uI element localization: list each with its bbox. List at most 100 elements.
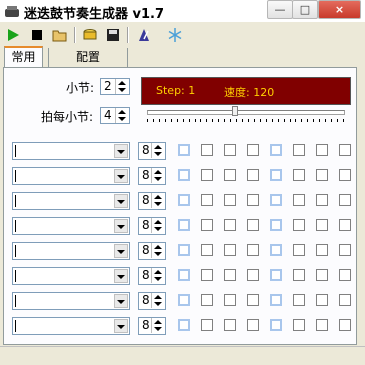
tab-config[interactable]: 配置 bbox=[48, 48, 128, 68]
step-checkbox[interactable] bbox=[293, 319, 305, 331]
spinner-up-icon[interactable] bbox=[154, 195, 162, 199]
step-count-spinner[interactable]: 8 bbox=[138, 142, 166, 160]
chevron-down-icon[interactable] bbox=[114, 269, 128, 283]
step-checkbox[interactable] bbox=[316, 319, 328, 331]
instrument-select[interactable] bbox=[12, 167, 130, 185]
step-checkbox[interactable] bbox=[293, 269, 305, 281]
maximize-button[interactable]: □ bbox=[292, 0, 318, 19]
step-count-spinner[interactable]: 8 bbox=[138, 192, 166, 210]
step-checkbox[interactable] bbox=[339, 194, 351, 206]
step-checkbox[interactable] bbox=[178, 319, 190, 331]
spinner-up-icon[interactable] bbox=[154, 245, 162, 249]
step-checkbox[interactable] bbox=[270, 169, 282, 181]
step-checkbox[interactable] bbox=[247, 244, 259, 256]
step-checkbox[interactable] bbox=[224, 294, 236, 306]
spinner-arrows[interactable] bbox=[151, 168, 165, 183]
spinner-down-icon[interactable] bbox=[154, 302, 162, 306]
spinner-up-icon[interactable] bbox=[118, 81, 126, 85]
step-checkbox[interactable] bbox=[178, 244, 190, 256]
spinner-down-icon[interactable] bbox=[118, 88, 126, 92]
spinner-up-icon[interactable] bbox=[154, 145, 162, 149]
step-checkbox[interactable] bbox=[339, 244, 351, 256]
instrument-select[interactable] bbox=[12, 292, 130, 310]
step-count-spinner[interactable]: 8 bbox=[138, 317, 166, 335]
spinner-down-icon[interactable] bbox=[154, 177, 162, 181]
spinner-down-icon[interactable] bbox=[154, 277, 162, 281]
step-checkbox[interactable] bbox=[201, 144, 213, 156]
chevron-down-icon[interactable] bbox=[114, 144, 128, 158]
spinner-arrows[interactable] bbox=[115, 79, 129, 94]
step-checkbox[interactable] bbox=[339, 294, 351, 306]
step-checkbox[interactable] bbox=[178, 194, 190, 206]
instrument-select[interactable] bbox=[12, 142, 130, 160]
step-checkbox[interactable] bbox=[201, 319, 213, 331]
step-checkbox[interactable] bbox=[316, 144, 328, 156]
step-checkbox[interactable] bbox=[339, 219, 351, 231]
chevron-down-icon[interactable] bbox=[114, 319, 128, 333]
spinner-arrows[interactable] bbox=[151, 193, 165, 208]
stop-icon[interactable] bbox=[28, 26, 46, 44]
slider-thumb[interactable] bbox=[232, 106, 239, 116]
step-checkbox[interactable] bbox=[178, 144, 190, 156]
step-checkbox[interactable] bbox=[224, 194, 236, 206]
spinner-down-icon[interactable] bbox=[118, 117, 126, 121]
step-checkbox[interactable] bbox=[293, 294, 305, 306]
drum-icon[interactable] bbox=[81, 26, 99, 44]
step-checkbox[interactable] bbox=[316, 219, 328, 231]
spinner-up-icon[interactable] bbox=[118, 110, 126, 114]
spinner-up-icon[interactable] bbox=[154, 170, 162, 174]
step-checkbox[interactable] bbox=[270, 269, 282, 281]
minimize-button[interactable]: — bbox=[267, 0, 293, 19]
spinner-down-icon[interactable] bbox=[154, 252, 162, 256]
instrument-select[interactable] bbox=[12, 217, 130, 235]
step-checkbox[interactable] bbox=[201, 294, 213, 306]
step-checkbox[interactable] bbox=[224, 244, 236, 256]
measure-spinner[interactable]: 2 bbox=[100, 78, 130, 95]
step-checkbox[interactable] bbox=[316, 194, 328, 206]
beats-spinner[interactable]: 4 bbox=[100, 107, 130, 124]
step-checkbox[interactable] bbox=[339, 144, 351, 156]
step-checkbox[interactable] bbox=[201, 194, 213, 206]
instrument-select[interactable] bbox=[12, 192, 130, 210]
step-checkbox[interactable] bbox=[293, 144, 305, 156]
tab-common[interactable]: 常用 bbox=[4, 46, 43, 68]
step-checkbox[interactable] bbox=[270, 244, 282, 256]
step-checkbox[interactable] bbox=[270, 319, 282, 331]
chevron-down-icon[interactable] bbox=[114, 219, 128, 233]
step-count-spinner[interactable]: 8 bbox=[138, 267, 166, 285]
step-checkbox[interactable] bbox=[247, 219, 259, 231]
step-checkbox[interactable] bbox=[201, 169, 213, 181]
step-checkbox[interactable] bbox=[247, 319, 259, 331]
spinner-arrows[interactable] bbox=[151, 143, 165, 158]
step-checkbox[interactable] bbox=[178, 169, 190, 181]
open-folder-icon[interactable] bbox=[51, 26, 69, 44]
spinner-arrows[interactable] bbox=[151, 243, 165, 258]
step-checkbox[interactable] bbox=[339, 319, 351, 331]
step-checkbox[interactable] bbox=[247, 169, 259, 181]
spinner-arrows[interactable] bbox=[151, 268, 165, 283]
spinner-up-icon[interactable] bbox=[154, 320, 162, 324]
spinner-up-icon[interactable] bbox=[154, 295, 162, 299]
step-checkbox[interactable] bbox=[270, 294, 282, 306]
chevron-down-icon[interactable] bbox=[114, 169, 128, 183]
step-checkbox[interactable] bbox=[247, 294, 259, 306]
step-checkbox[interactable] bbox=[293, 194, 305, 206]
step-checkbox[interactable] bbox=[270, 194, 282, 206]
step-checkbox[interactable] bbox=[293, 219, 305, 231]
step-checkbox[interactable] bbox=[201, 269, 213, 281]
step-count-spinner[interactable]: 8 bbox=[138, 217, 166, 235]
step-count-spinner[interactable]: 8 bbox=[138, 167, 166, 185]
chevron-down-icon[interactable] bbox=[114, 244, 128, 258]
step-checkbox[interactable] bbox=[293, 244, 305, 256]
instrument-select[interactable] bbox=[12, 317, 130, 335]
metronome-icon[interactable] bbox=[135, 26, 153, 44]
step-checkbox[interactable] bbox=[247, 269, 259, 281]
chevron-down-icon[interactable] bbox=[114, 294, 128, 308]
step-checkbox[interactable] bbox=[270, 144, 282, 156]
spinner-down-icon[interactable] bbox=[154, 327, 162, 331]
step-checkbox[interactable] bbox=[224, 319, 236, 331]
snowflake-icon[interactable] bbox=[166, 26, 184, 44]
step-checkbox[interactable] bbox=[339, 269, 351, 281]
step-checkbox[interactable] bbox=[270, 219, 282, 231]
step-count-spinner[interactable]: 8 bbox=[138, 292, 166, 310]
